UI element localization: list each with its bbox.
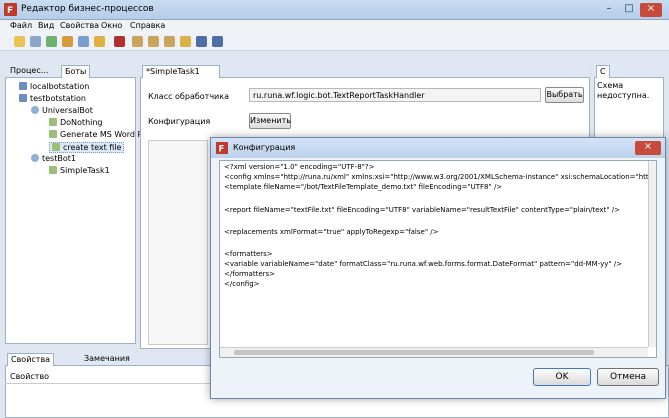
tree-item-selected[interactable]: create text file — [49, 142, 125, 153]
task-icon — [49, 118, 57, 126]
delete-icon[interactable] — [114, 36, 125, 47]
app-logo-icon: F — [216, 142, 228, 154]
vertical-scrollbar[interactable] — [648, 161, 656, 347]
computer-icon — [19, 82, 27, 90]
tree-item[interactable]: UniversalBot — [31, 106, 93, 115]
export-icon[interactable] — [62, 36, 73, 47]
cut-icon[interactable] — [132, 36, 143, 47]
handler-class-field[interactable]: ru.runa.wf.logic.bot.TextReportTaskHandl… — [249, 88, 541, 102]
computer-icon — [19, 94, 27, 102]
save-all-icon[interactable] — [212, 36, 223, 47]
dialog-close-button[interactable]: × — [635, 141, 661, 155]
column-divider — [5, 383, 210, 384]
tree-item[interactable]: DoNothing — [49, 118, 103, 127]
bots-tree: localbotstation testbotstation Universal… — [5, 78, 148, 344]
xml-line: <report fileName="textFile.txt" fileEnco… — [224, 206, 620, 214]
settings-icon[interactable] — [30, 36, 41, 47]
user-icon — [31, 106, 39, 114]
menu-view[interactable]: Вид — [38, 21, 54, 30]
tab-remarks[interactable]: Замечания — [81, 353, 133, 366]
svg-text:F: F — [219, 145, 225, 155]
dialog-title-bar: F Конфигурация × — [211, 138, 665, 158]
editor-tabs: *SimpleTask1 — [140, 64, 590, 78]
menu-file[interactable]: Файл — [10, 21, 32, 30]
xml-line: <template fileName="/bot/TextFileTemplat… — [224, 183, 503, 191]
xml-editor[interactable]: <?xml version="1.0" encoding="UTF-8"?> <… — [219, 160, 657, 358]
minimize-button[interactable]: – — [600, 3, 618, 17]
app-title: Редактор бизнес-процессов — [21, 4, 154, 14]
task-icon — [49, 166, 57, 174]
dialog-title: Конфигурация — [233, 143, 296, 152]
bot-icon[interactable] — [78, 36, 89, 47]
xml-line: <replacements xmlFormat="true" applyToRe… — [224, 228, 439, 236]
xml-line: <formatters> — [224, 250, 273, 258]
tree-item[interactable]: testBot1 — [31, 154, 76, 163]
tab-outline[interactable]: С — [596, 65, 610, 78]
open-icon[interactable] — [180, 36, 191, 47]
svg-text:F: F — [7, 6, 13, 16]
user-icon — [31, 154, 39, 162]
schema-unavailable-text: Схема — [597, 81, 624, 90]
app-title-bar: F Редактор бизнес-процессов – □ × — [0, 0, 669, 20]
app-logo-icon: F — [4, 3, 17, 16]
xml-line: <?xml version="1.0" encoding="UTF-8"?> — [224, 163, 375, 171]
configuration-preview — [148, 140, 208, 345]
xml-line: </formatters> — [224, 270, 276, 278]
copy-icon[interactable] — [148, 36, 159, 47]
tree-item[interactable]: Generate MS Word Re — [49, 130, 148, 139]
toolbar — [0, 33, 669, 51]
tree-item[interactable]: SimpleTask1 — [49, 166, 110, 175]
xml-line: <config xmlns="http://runa.ru/xml" xmlns… — [224, 173, 656, 181]
menu-bar: Файл Вид Свойства Окно Справка — [0, 20, 669, 33]
maximize-button[interactable]: □ — [620, 3, 638, 17]
menu-help[interactable]: Справка — [130, 21, 165, 30]
scrollbar-thumb[interactable] — [234, 350, 594, 355]
task-icon — [52, 143, 60, 151]
tab-bots[interactable]: Боты — [61, 65, 91, 78]
property-column-header: Свойство — [10, 372, 50, 381]
xml-line: </config> — [224, 280, 260, 288]
tab-properties[interactable]: Свойства — [7, 353, 55, 366]
task-icon — [49, 130, 57, 138]
close-button[interactable]: × — [640, 3, 662, 17]
configuration-dialog: F Конфигурация × <?xml version="1.0" enc… — [210, 137, 666, 399]
handler-class-label: Класс обработчика — [148, 92, 229, 101]
paste-icon[interactable] — [164, 36, 175, 47]
menu-properties[interactable]: Свойства — [60, 21, 99, 30]
xml-line: <variable variableName="date" formatClas… — [224, 260, 623, 268]
tab-simpletask1[interactable]: *SimpleTask1 — [142, 65, 220, 78]
tree-item[interactable]: localbotstation — [19, 82, 89, 91]
horizontal-scrollbar[interactable] — [220, 347, 648, 357]
select-button[interactable]: Выбрать — [545, 87, 584, 103]
tree-item[interactable]: testbotstation — [19, 94, 86, 103]
schema-unavailable-text-2: недоступна. — [597, 91, 650, 100]
ok-button[interactable]: OK — [533, 368, 591, 386]
bots-panel-tabs: Процес... Боты — [5, 64, 136, 78]
folder-icon[interactable] — [94, 36, 105, 47]
change-button[interactable]: Изменить — [249, 113, 291, 129]
configuration-label: Конфигурация — [148, 117, 211, 126]
tab-processes[interactable]: Процес... — [7, 65, 51, 78]
new-process-icon[interactable] — [14, 36, 25, 47]
import-icon[interactable] — [46, 36, 57, 47]
outline-tabs: С — [594, 64, 664, 78]
menu-window[interactable]: Окно — [101, 21, 122, 30]
cancel-button[interactable]: Отмена — [597, 368, 659, 386]
save-icon[interactable] — [196, 36, 207, 47]
